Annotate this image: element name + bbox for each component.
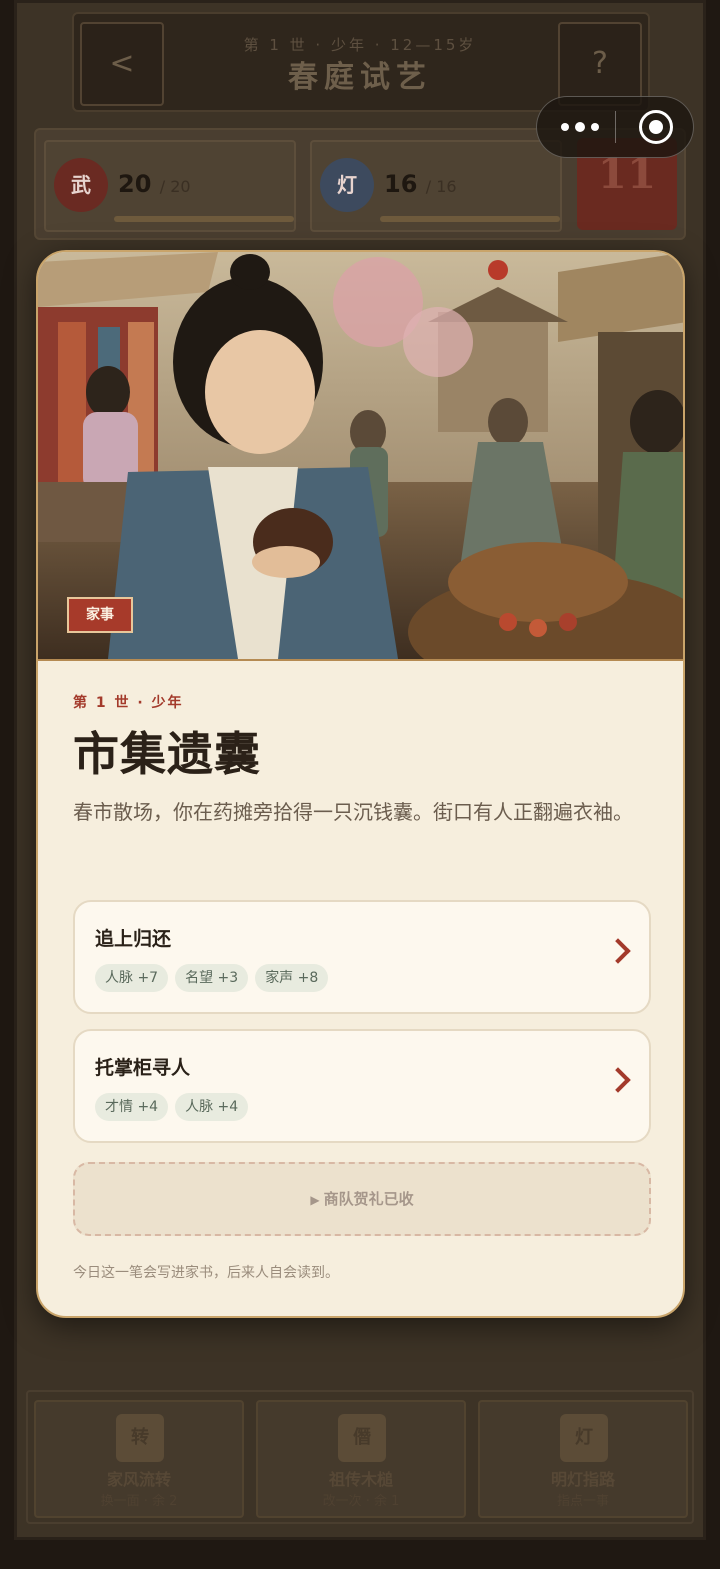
caravan-gift-button[interactable]: ▶ 商队贺礼已收	[73, 1162, 651, 1236]
choice-ask-shopkeeper[interactable]: 托掌柜寻人 才情 +4 人脉 +4	[73, 1029, 651, 1143]
seal-icon: 灯	[560, 1414, 608, 1462]
lamp-value: 16 / 16	[384, 170, 457, 198]
action-name: 家风流转	[106, 1470, 171, 1489]
effect-chip: 才情 +4	[95, 1093, 169, 1121]
event-kicker: 第 1 世 · 少年	[73, 695, 184, 711]
miniprogram-capsule	[536, 96, 694, 158]
effect-chip: 人脉 +7	[95, 964, 169, 992]
seal-icon: 转	[116, 1414, 164, 1462]
lamp-progress-bar	[380, 216, 560, 222]
action-ancestral-mallet[interactable]: 僭 祖传木槌 改一次 · 余 1	[256, 1400, 466, 1518]
lamp-icon: 灯	[320, 158, 374, 212]
action-sub: 指点一事	[556, 1494, 609, 1509]
page-title: 春庭试艺	[288, 60, 432, 95]
choice-label: 追上归还	[95, 928, 172, 950]
effect-chip: 家声 +8	[255, 964, 329, 992]
more-options-icon[interactable]	[555, 97, 615, 157]
effect-chip: 名望 +3	[175, 964, 249, 992]
close-target-icon[interactable]	[639, 110, 673, 144]
action-name: 祖传木槌	[328, 1470, 393, 1489]
action-name: 明灯指路	[550, 1470, 615, 1489]
event-illustration	[38, 252, 683, 661]
event-description: 春市散场，你在药摊旁拾得一只沉钱囊。街口有人正翻遍衣袖。	[73, 800, 633, 824]
martial-icon: 武	[54, 158, 108, 212]
chevron-right-icon	[605, 1067, 631, 1093]
capsule-divider	[615, 111, 616, 143]
event-title: 市集遗囊	[73, 727, 261, 781]
martial-progress-bar	[114, 216, 294, 222]
gift-button-label: 商队贺礼已收	[323, 1190, 414, 1208]
choice-label: 托掌柜寻人	[95, 1057, 191, 1079]
effect-chip: 人脉 +4	[175, 1093, 249, 1121]
action-guiding-lamp[interactable]: 灯 明灯指路 指点一事	[478, 1400, 688, 1518]
seal-icon: 僭	[338, 1414, 386, 1462]
action-family-style[interactable]: 转 家风流转 换一面 · 余 2	[34, 1400, 244, 1518]
footer-note: 今日这一笔会写进家书，后来人自会读到。	[73, 1265, 339, 1281]
effect-chips: 才情 +4 人脉 +4	[95, 1093, 255, 1121]
choice-return-purse[interactable]: 追上归还 人脉 +7 名望 +3 家声 +8	[73, 900, 651, 1014]
chevron-right-icon	[605, 938, 631, 964]
play-triangle-icon: ▶	[310, 1193, 320, 1207]
action-sub: 换一面 · 余 2	[100, 1494, 178, 1509]
martial-value: 20 / 20	[118, 170, 191, 198]
effect-chips: 人脉 +7 名望 +3 家声 +8	[95, 964, 335, 992]
category-tag: 家事	[67, 597, 133, 633]
action-sub: 改一次 · 余 1	[322, 1494, 400, 1509]
event-card: 家事 第 1 世 · 少年 市集遗囊 春市散场，你在药摊旁拾得一只沉钱囊。街口有…	[36, 250, 685, 1318]
